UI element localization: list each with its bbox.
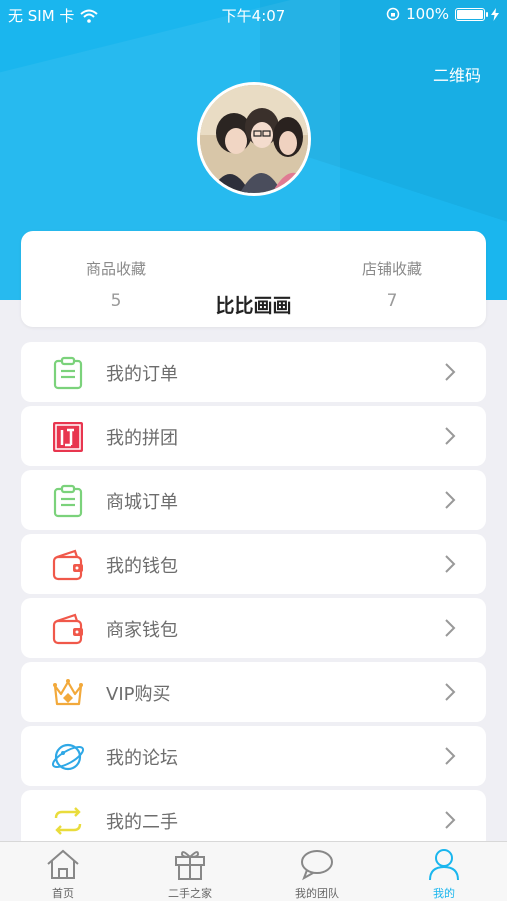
menu-item-my-wallet[interactable]: 我的钱包: [21, 534, 486, 594]
favorite-shops-label: 店铺收藏: [361, 260, 422, 278]
wallet-icon: [52, 549, 83, 581]
menu-item-my-group-buy[interactable]: 我的拼团: [21, 406, 486, 466]
menu-item-label: 我的钱包: [106, 556, 178, 577]
tab-label: 我的: [433, 887, 455, 900]
tab-label: 二手之家: [168, 887, 212, 900]
planet-icon: [51, 743, 85, 771]
battery-icon: [455, 7, 488, 21]
favorite-shops-count: 7: [386, 291, 398, 311]
menu-item-merchant-wallet[interactable]: 商家钱包: [21, 598, 486, 658]
group-buy-icon: [53, 422, 83, 452]
tab-my-team[interactable]: 我的团队: [254, 842, 380, 901]
menu-item-label: 商城订单: [106, 492, 178, 513]
status-bar: 无 SIM 卡 下午4:07 100%: [0, 0, 507, 28]
charging-icon: [491, 7, 499, 21]
favorite-shops-stat[interactable]: 店铺收藏 7: [347, 258, 437, 311]
menu-item-mall-orders[interactable]: 商城订单: [21, 470, 486, 530]
clipboard-icon: [53, 356, 83, 390]
clock: 下午4:07: [221, 7, 286, 25]
menu-item-vip-purchase[interactable]: VIP购买: [21, 662, 486, 722]
menu-item-label: 我的拼团: [106, 428, 178, 449]
gift-icon: [175, 851, 205, 880]
wallet-icon: [52, 613, 83, 645]
menu-item-label: VIP购买: [106, 684, 171, 705]
battery-percent: 100%: [406, 5, 449, 23]
chevron-right-icon: [445, 555, 456, 573]
favorite-goods-label: 商品收藏: [85, 260, 146, 278]
avatar[interactable]: [197, 82, 311, 196]
chevron-right-icon: [445, 683, 456, 701]
chevron-right-icon: [445, 363, 456, 381]
tab-secondhand-home[interactable]: 二手之家: [127, 842, 253, 901]
exchange-arrows-icon: [54, 807, 82, 835]
clipboard-icon: [53, 484, 83, 518]
chat-bubble-icon: [301, 850, 333, 881]
menu-item-label: 我的论坛: [106, 748, 178, 769]
person-icon: [429, 849, 459, 881]
menu-item-my-orders[interactable]: 我的订单: [21, 342, 486, 402]
chevron-right-icon: [445, 747, 456, 765]
tab-label: 我的团队: [295, 887, 339, 900]
menu-item-label: 我的订单: [106, 364, 178, 385]
tab-label: 首页: [52, 887, 74, 900]
orientation-lock-icon: [386, 7, 400, 21]
tab-bar: 首页 二手之家 我的团队 我的: [0, 841, 507, 901]
profile-card: 商品收藏 5 比比画画 店铺收藏 7: [21, 231, 486, 327]
menu-list: 我的订单 我的拼团 商城订单 我的钱包 商家钱包 VIP购买 我的论坛 我的二手: [21, 342, 486, 854]
menu-item-label: 我的二手: [106, 812, 178, 833]
tab-home[interactable]: 首页: [0, 842, 126, 901]
chevron-right-icon: [445, 811, 456, 829]
chevron-right-icon: [445, 619, 456, 637]
chevron-right-icon: [445, 427, 456, 445]
qr-code-button[interactable]: 二维码: [433, 62, 481, 86]
menu-item-label: 商家钱包: [106, 620, 178, 641]
menu-item-my-forum[interactable]: 我的论坛: [21, 726, 486, 786]
chevron-right-icon: [445, 491, 456, 509]
crown-icon: [53, 679, 83, 706]
tab-mine[interactable]: 我的: [381, 842, 507, 901]
home-icon: [47, 849, 79, 879]
